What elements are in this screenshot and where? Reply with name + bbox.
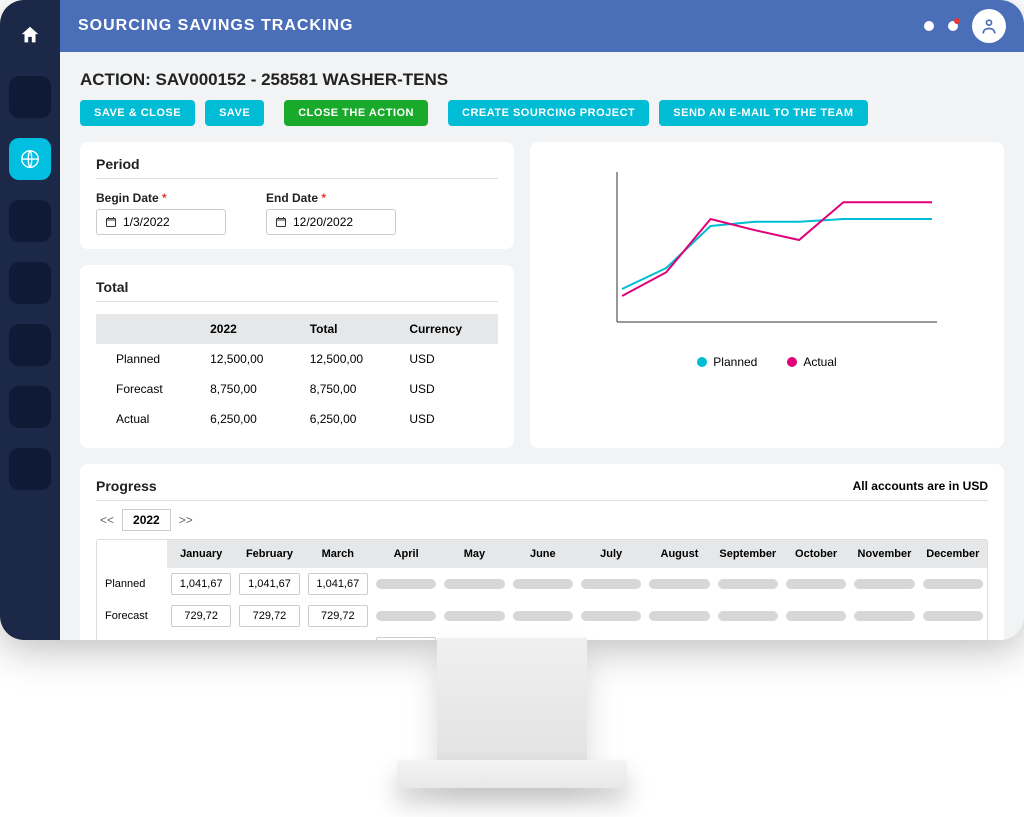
notification-dot[interactable] — [948, 21, 958, 31]
nav-slot-2[interactable] — [9, 200, 51, 242]
progress-heading: Progress — [96, 478, 157, 494]
end-date-value: 12/20/2022 — [293, 215, 353, 229]
header-title: SOURCING SAVINGS TRACKING — [78, 17, 924, 35]
end-date-label: End Date — [266, 191, 318, 205]
year-value: 2022 — [122, 509, 171, 531]
toolbar: SAVE & CLOSE SAVE CLOSE THE ACTION CREAT… — [60, 100, 1024, 142]
year-next[interactable]: >> — [175, 511, 197, 529]
save-close-button[interactable]: SAVE & CLOSE — [80, 100, 195, 126]
month-header: April — [372, 540, 440, 568]
month-header: May — [440, 540, 508, 568]
chart-series-actual — [622, 202, 932, 296]
total-row-planned: Planned 12,500,00 12,500,00 USD — [96, 344, 498, 374]
month-header: December — [919, 540, 987, 568]
total-table: 2022 Total Currency Planned 12,500,00 — [96, 314, 498, 434]
page-title: ACTION: SAV000152 - 258581 WASHER-TENS — [60, 52, 1024, 100]
month-header: January — [167, 540, 235, 568]
total-col-year: 2022 — [200, 314, 300, 344]
nav-home[interactable] — [9, 14, 51, 56]
begin-date-value: 1/3/2022 — [123, 215, 170, 229]
month-header: October — [782, 540, 850, 568]
chart-legend: Planned Actual — [550, 355, 984, 369]
user-avatar[interactable] — [972, 9, 1006, 43]
nav-slot-3[interactable] — [9, 262, 51, 304]
legend-planned: Planned — [697, 355, 757, 369]
line-chart — [550, 162, 984, 342]
actual-jan: 1,250,00 — [171, 638, 231, 640]
month-header: February — [235, 540, 303, 568]
month-header: September — [714, 540, 782, 568]
year-prev[interactable]: << — [96, 511, 118, 529]
legend-actual: Actual — [787, 355, 836, 369]
actual-feb: 1,250,00 — [239, 638, 299, 640]
status-dot-1[interactable] — [924, 21, 934, 31]
forecast-feb[interactable] — [239, 605, 299, 627]
begin-date-label: Begin Date — [96, 191, 159, 205]
end-date-field: End Date * 12/20/2022 — [266, 191, 396, 235]
planned-feb[interactable] — [239, 573, 299, 595]
total-card: Total 2022 Total Currency — [80, 265, 514, 448]
period-heading: Period — [96, 156, 498, 179]
begin-date-input[interactable]: 1/3/2022 — [96, 209, 226, 235]
total-col-currency: Currency — [399, 314, 498, 344]
forecast-jan[interactable] — [171, 605, 231, 627]
planned-jan[interactable] — [171, 573, 231, 595]
total-row-forecast: Forecast 8,750,00 8,750,00 USD — [96, 374, 498, 404]
progress-card: Progress All accounts are in USD << 2022… — [80, 464, 1004, 640]
nav-slot-5[interactable] — [9, 386, 51, 428]
progress-table: JanuaryFebruaryMarchAprilMayJuneJulyAugu… — [97, 540, 987, 640]
globe-icon — [19, 148, 41, 170]
month-header: July — [577, 540, 645, 568]
save-button[interactable]: SAVE — [205, 100, 264, 126]
home-icon — [19, 24, 41, 46]
forecast-mar[interactable] — [308, 605, 368, 627]
nav-globe[interactable] — [9, 138, 51, 180]
nav-slot-4[interactable] — [9, 324, 51, 366]
month-header: June — [509, 540, 577, 568]
nav-slot-1[interactable] — [9, 76, 51, 118]
create-project-button[interactable]: CREATE SOURCING PROJECT — [448, 100, 649, 126]
month-header: November — [850, 540, 918, 568]
actual-apr[interactable] — [376, 637, 436, 640]
begin-date-field: Begin Date * 1/3/2022 — [96, 191, 226, 235]
progress-row-forecast: Forecast — [97, 600, 987, 632]
chart-card: Planned Actual — [530, 142, 1004, 448]
progress-note: All accounts are in USD — [853, 479, 988, 493]
period-card: Period Begin Date * 1/3/2022 — [80, 142, 514, 249]
close-action-button[interactable]: CLOSE THE ACTION — [284, 100, 428, 126]
send-email-button[interactable]: SEND AN E-MAIL TO THE TEAM — [659, 100, 867, 126]
month-header: March — [304, 540, 372, 568]
planned-mar[interactable] — [308, 573, 368, 595]
app-header: SOURCING SAVINGS TRACKING — [60, 0, 1024, 52]
progress-row-planned: Planned — [97, 568, 987, 600]
total-heading: Total — [96, 279, 498, 302]
calendar-icon — [105, 216, 117, 228]
total-col-total: Total — [300, 314, 400, 344]
nav-slot-6[interactable] — [9, 448, 51, 490]
actual-mar: 1,250,00 — [308, 638, 368, 640]
month-header: August — [645, 540, 713, 568]
chart-series-planned — [622, 219, 932, 289]
total-row-actual: Actual 6,250,00 6,250,00 USD — [96, 404, 498, 434]
user-icon — [979, 16, 999, 36]
calendar-icon — [275, 216, 287, 228]
sidebar — [0, 0, 60, 640]
end-date-input[interactable]: 12/20/2022 — [266, 209, 396, 235]
year-nav: << 2022 >> — [96, 509, 988, 531]
